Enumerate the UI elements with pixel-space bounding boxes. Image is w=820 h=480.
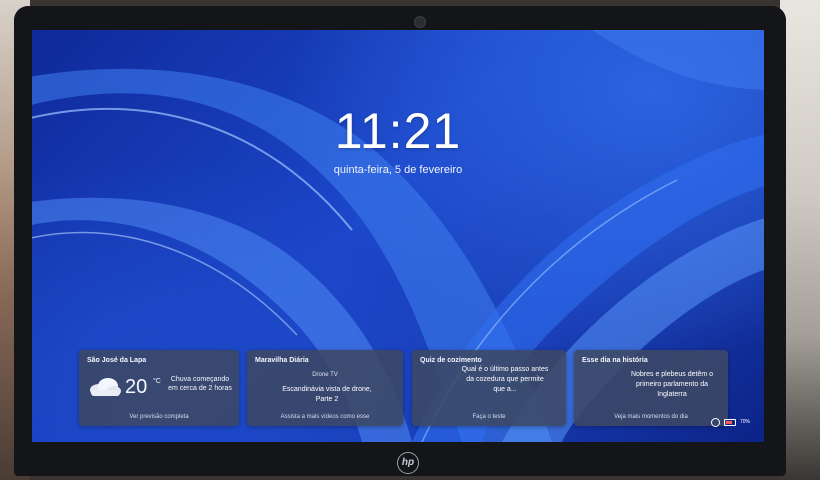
battery-icon	[723, 418, 736, 426]
lock-screen[interactable]: 11:21 quinta-feira, 5 de fevereiro São J…	[32, 30, 764, 442]
cooking-quiz-question: Qual é o último passo antes da cozedura …	[461, 366, 549, 393]
history-title: Esse dia na história	[582, 357, 648, 364]
cooking-quiz-widget[interactable]: Quiz de cozimento Qual é o último passo …	[412, 350, 566, 426]
hp-logo: hp	[397, 452, 419, 474]
lock-clock: 11:21	[334, 103, 462, 159]
weather-temperature: 20	[125, 376, 148, 398]
daily-wonder-title: Maravilha Diária	[255, 357, 309, 364]
daily-wonder-source: Drone TV	[312, 372, 338, 378]
daily-wonder-widget[interactable]: Maravilha Diária Drone TV Escandinávia v…	[247, 350, 403, 426]
lock-date: quinta-feira, 5 de fevereiro	[333, 164, 463, 176]
cloud-icon	[90, 378, 121, 396]
battery-percentage: 70%	[739, 419, 750, 425]
weather-description: Chuva começando em cerca de 2 horas	[168, 376, 232, 392]
weather-unit: °C	[153, 378, 161, 385]
weather-forecast-link[interactable]: Ver previsão completa	[79, 414, 239, 420]
cooking-quiz-link[interactable]: Faça o teste	[412, 414, 566, 420]
network-icon	[710, 417, 720, 427]
history-widget[interactable]: Esse dia na história Nobres e plebeus de…	[574, 350, 728, 426]
history-body: Nobres e plebeus detêm o primeiro parlam…	[630, 371, 714, 398]
weather-location: São José da Lapa	[87, 357, 147, 364]
status-tray: 70%	[710, 416, 750, 428]
webcam	[414, 16, 426, 28]
history-link[interactable]: Veja mais momentos do dia	[574, 414, 728, 420]
daily-wonder-link[interactable]: Assista a mais vídeos como esse	[247, 414, 403, 420]
daily-wonder-body: Escandinávia vista de drone, Parte 2	[282, 386, 372, 403]
weather-widget[interactable]: São José da Lapa 20 °C Chuva começando e…	[79, 350, 239, 426]
cooking-quiz-title: Quiz de cozimento	[420, 357, 482, 364]
background-right	[780, 0, 820, 480]
